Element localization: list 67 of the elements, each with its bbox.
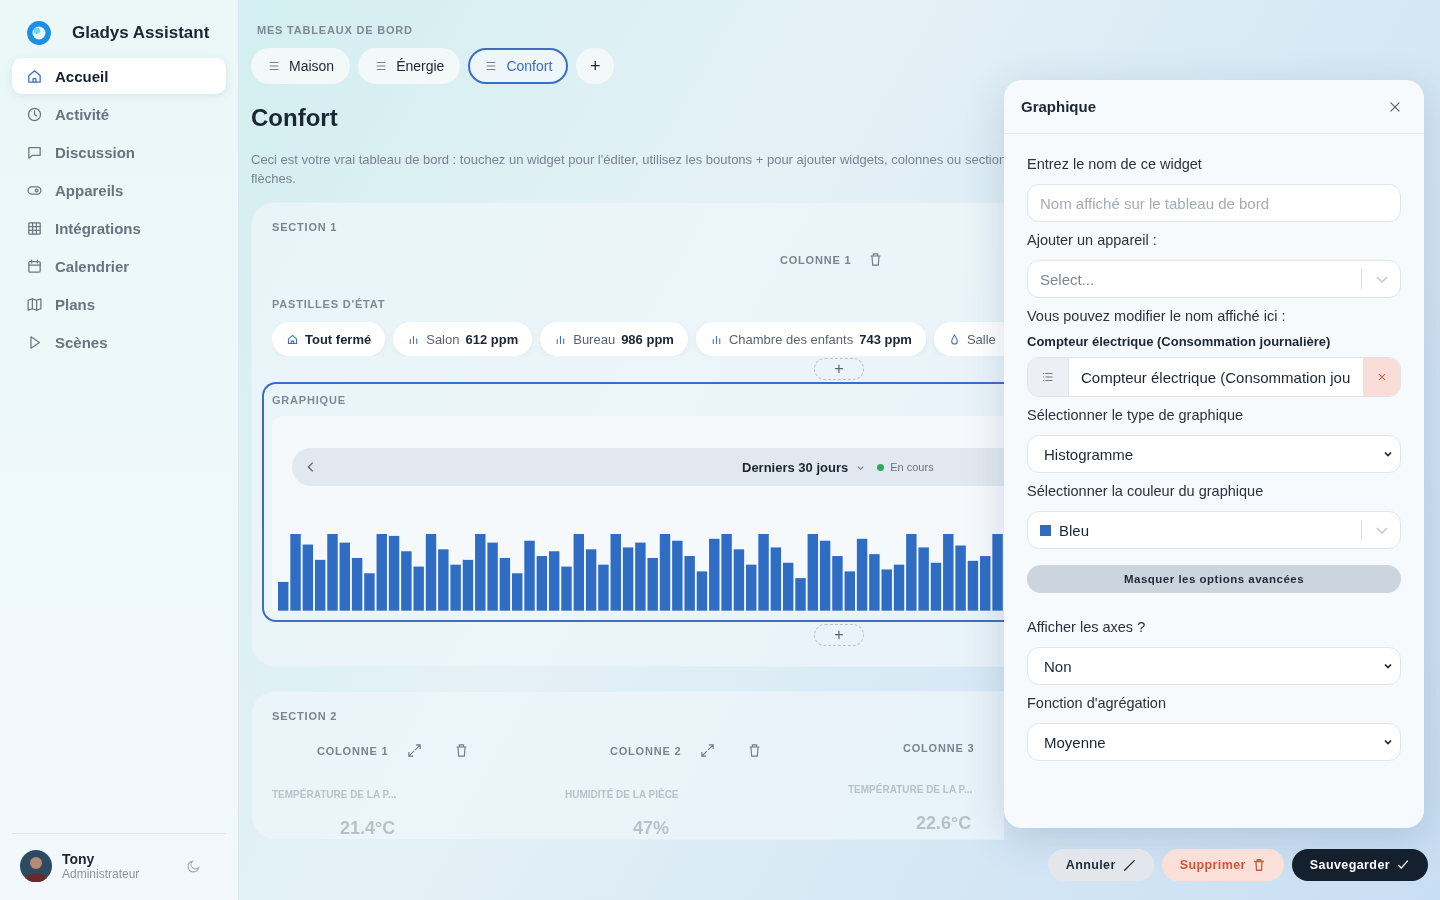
- status-pill[interactable]: Bureau 986 ppm: [540, 322, 688, 356]
- device-name: Compteur électrique (Consommation journalière): [1027, 334, 1332, 349]
- sidebar-item[interactable]: Calendrier: [12, 248, 226, 284]
- advanced-options-button[interactable]: Masquer les options avancées: [1027, 565, 1401, 593]
- axes-select[interactable]: Non: [1027, 647, 1401, 685]
- home-icon: [26, 67, 43, 85]
- pencil-icon: [1121, 858, 1136, 872]
- moon-icon[interactable]: [186, 858, 202, 874]
- color-select[interactable]: Bleu: [1027, 511, 1401, 549]
- check-icon: [1396, 858, 1410, 872]
- sidebar-item[interactable]: Plans: [12, 286, 226, 322]
- chart-type-select[interactable]: Histogramme: [1027, 435, 1401, 473]
- dashboard-tab[interactable]: Énergie: [358, 48, 461, 84]
- panel-title: Graphique: [1021, 98, 1096, 115]
- status-pill[interactable]: Salon 612 ppm: [393, 322, 533, 356]
- add-dashboard-button[interactable]: +: [576, 48, 615, 84]
- field-label: Fonction d'agrégation: [1027, 695, 1167, 711]
- sidebar-item[interactable]: Intégrations: [12, 210, 226, 246]
- status-label: En cours: [890, 461, 934, 474]
- brand-name: Gladys Assistant: [72, 23, 210, 43]
- sidebar-item[interactable]: Appareils: [12, 172, 226, 208]
- expand-icon[interactable]: [699, 742, 717, 759]
- column-title: COLONNE 3: [903, 742, 975, 754]
- column-title: COLONNE 1: [317, 744, 389, 757]
- home-icon: [286, 332, 299, 346]
- sidebar-item[interactable]: Discussion: [12, 134, 226, 170]
- sidebar-item[interactable]: Accueil: [12, 58, 226, 94]
- section-heading: MES TABLEAUX DE BORD: [256, 24, 414, 36]
- menu-icon: [267, 59, 281, 73]
- field-label: Sélectionner la couleur du graphique: [1027, 483, 1265, 499]
- column-title: COLONNE 1: [780, 253, 852, 266]
- logo-icon: [26, 20, 52, 46]
- widget-title: GRAPHIQUE: [272, 394, 347, 406]
- calendar-icon: [26, 257, 43, 275]
- chart-widget[interactable]: GRAPHIQUE Derniers 30 jours En cours: [262, 382, 1004, 622]
- field-label: Afficher les axes ?: [1027, 619, 1147, 635]
- avatar: [20, 850, 52, 882]
- field-label: Vous pouvez modifier le nom affiché ici :: [1027, 308, 1287, 324]
- column-title: COLONNE 2: [610, 744, 682, 757]
- section-title: SECTION 2: [272, 710, 339, 722]
- device-select[interactable]: Select...: [1027, 260, 1401, 298]
- clock-icon: [26, 105, 43, 123]
- status-pill[interactable]: Salle: [933, 322, 1004, 356]
- status-pill[interactable]: Tout fermé: [272, 322, 386, 356]
- expand-icon[interactable]: [406, 742, 424, 759]
- page-title: Confort: [251, 104, 339, 132]
- status-pill[interactable]: Chambre des enfants 743 ppm: [695, 322, 926, 356]
- sidebar-item[interactable]: Activité: [12, 96, 226, 132]
- save-button[interactable]: Sauvegarder: [1291, 849, 1428, 881]
- field-label: Ajouter un appareil :: [1027, 232, 1158, 248]
- user-role: Administrateur: [62, 867, 141, 881]
- user-name: Tony: [62, 851, 96, 867]
- cancel-button[interactable]: Annuler: [1047, 849, 1154, 881]
- field-label: Entrez le nom de ce widget: [1027, 156, 1203, 172]
- trash-icon: [1251, 858, 1266, 872]
- widget-title: PASTILLES D'ÉTAT: [272, 298, 387, 310]
- input-field[interactable]: Nom affiché sur le tableau de bord: [1027, 184, 1401, 222]
- period-select[interactable]: Derniers 30 jours: [742, 459, 866, 475]
- dashboard-tab[interactable]: Confort: [468, 48, 569, 84]
- map-icon: [26, 295, 43, 313]
- section-title: SECTION 1: [272, 221, 339, 233]
- sidebar-item[interactable]: Scènes: [12, 324, 226, 360]
- dashboard-tab[interactable]: Maison: [251, 48, 351, 84]
- field-label: Sélectionner le type de graphique: [1027, 407, 1245, 423]
- grid-icon: [26, 219, 43, 237]
- aggregation-select[interactable]: Moyenne: [1027, 723, 1401, 761]
- status-dot: [877, 463, 885, 471]
